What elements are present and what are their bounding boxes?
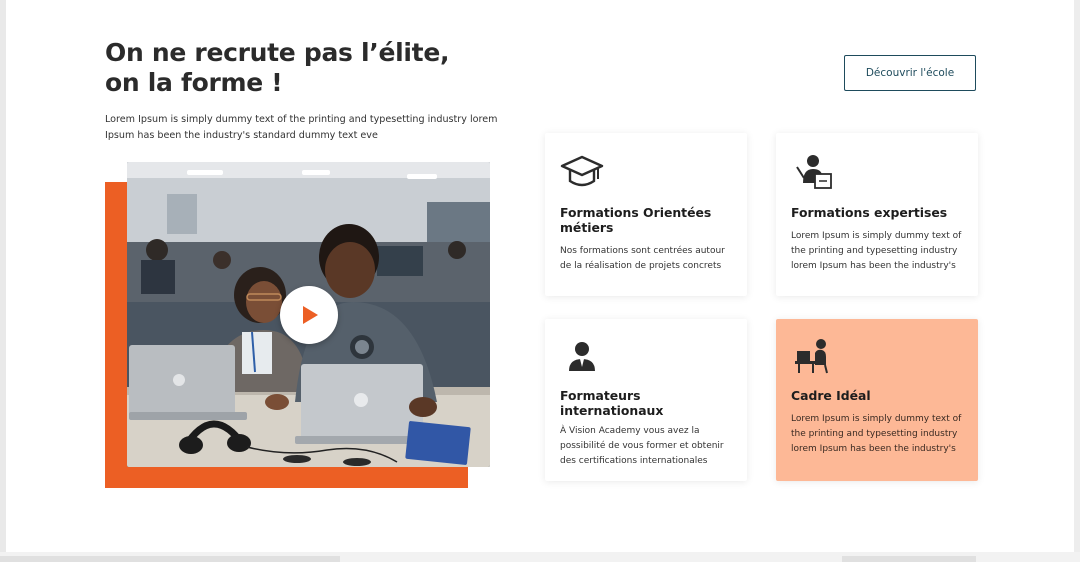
teacher-board-icon	[796, 155, 832, 189]
card-text: Lorem Ipsum is simply dummy text of the …	[791, 231, 962, 271]
hero-title-line2: on la forme !	[105, 68, 283, 97]
card-title: Cadre Idéal	[791, 388, 871, 403]
card-title: Formations Orientées métiers	[560, 205, 712, 235]
bottom-segment	[842, 556, 976, 562]
right-scrollbar[interactable]	[1074, 0, 1080, 562]
play-icon	[303, 306, 318, 324]
bottom-edge	[0, 552, 1080, 562]
video-block	[105, 162, 491, 488]
play-button[interactable]	[280, 286, 338, 344]
card-title: Formations expertises	[791, 205, 948, 220]
feature-card-job-oriented: Formations Orientées métiers Nos formati…	[545, 133, 747, 296]
feature-card-international-trainers: Formateurs internationaux À Vision Acade…	[545, 319, 747, 481]
feature-card-expertise: Formations expertises Lorem Ipsum is sim…	[776, 133, 978, 296]
card-text: À Vision Academy vous avez la possibilit…	[560, 426, 724, 466]
card-text: Lorem Ipsum is simply dummy text of the …	[791, 414, 962, 454]
hero-description: Lorem Ipsum is simply dummy text of the …	[105, 114, 498, 141]
hero-title-line1: On ne recrute pas l’élite,	[105, 38, 450, 67]
card-text: Nos formations sont centrées autour de l…	[560, 246, 725, 271]
video-thumbnail[interactable]	[127, 162, 490, 467]
hero-title: On ne recrute pas l’élite, on la forme !	[105, 38, 465, 98]
card-title: Formateurs internationaux	[560, 388, 664, 418]
instructor-icon	[569, 342, 595, 371]
desk-worker-icon	[795, 339, 828, 374]
main-section: On ne recrute pas l’élite, on la forme !…	[6, 0, 1074, 552]
discover-school-button[interactable]: Découvrir l'école	[844, 55, 976, 91]
graduation-cap-icon	[560, 155, 604, 187]
feature-card-ideal-setting: Cadre Idéal Lorem Ipsum is simply dummy …	[776, 319, 978, 481]
bottom-segment	[0, 556, 340, 562]
